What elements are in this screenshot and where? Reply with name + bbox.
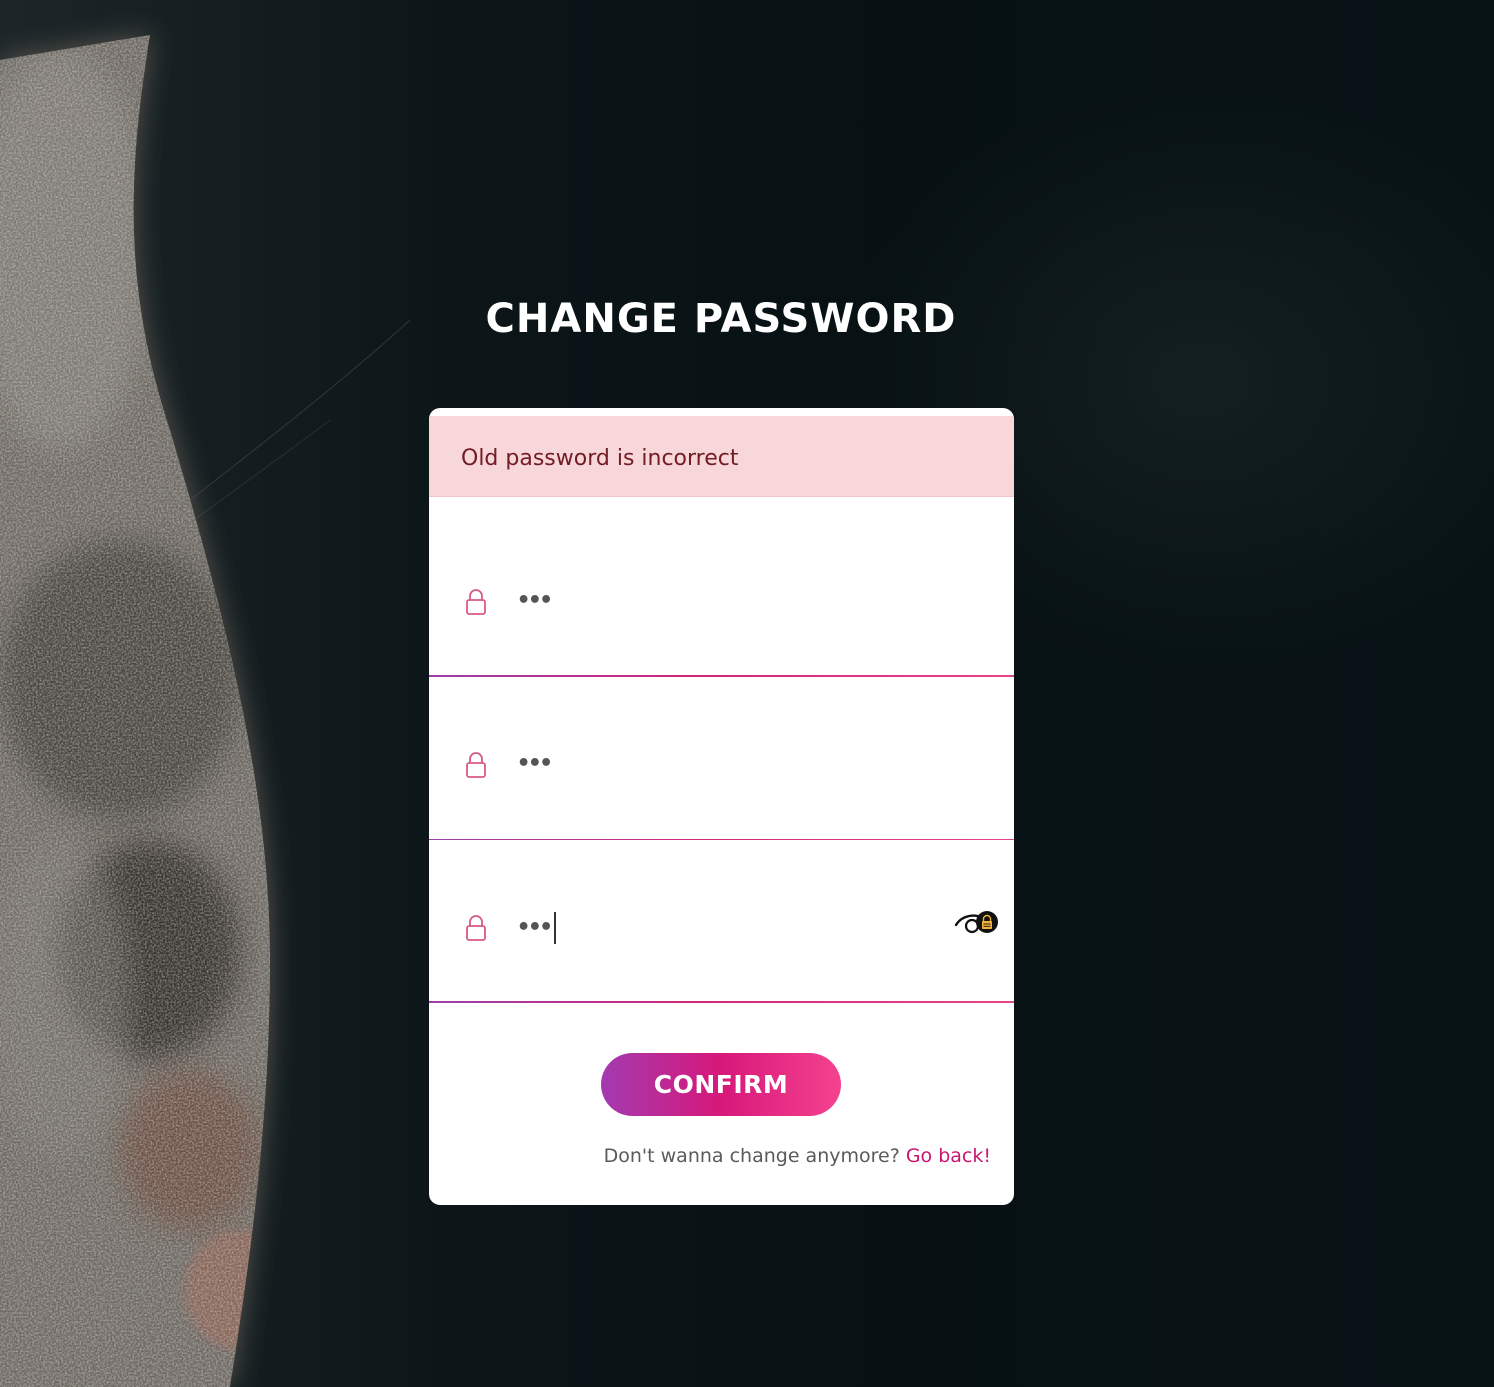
confirm-password-input[interactable]: ••• <box>517 912 917 944</box>
lock-icon <box>465 751 487 779</box>
page-title: CHANGE PASSWORD <box>485 296 957 342</box>
change-password-card: Old password is incorrect ••• ••• ••• CO… <box>429 408 1014 1205</box>
footer-text: Don't wanna change anymore? Go back! <box>604 1145 991 1167</box>
go-back-link[interactable]: Go back! <box>906 1145 991 1167</box>
new-password-field[interactable]: ••• <box>429 677 1014 840</box>
confirm-button[interactable]: CONFIRM <box>601 1053 841 1116</box>
confirm-password-value: ••• <box>517 915 553 940</box>
lock-icon <box>465 588 487 616</box>
error-alert: Old password is incorrect <box>429 416 1014 497</box>
confirm-password-field[interactable]: ••• <box>429 840 1014 1003</box>
lock-icon <box>465 914 487 942</box>
old-password-input[interactable]: ••• <box>517 586 917 616</box>
error-message: Old password is incorrect <box>461 446 739 471</box>
eye-toggle-icon[interactable] <box>954 907 1000 937</box>
footer-prompt: Don't wanna change anymore? <box>603 1145 900 1167</box>
old-password-field[interactable]: ••• <box>429 514 1014 677</box>
field-underline <box>429 1001 1014 1003</box>
text-caret <box>553 912 556 944</box>
new-password-input[interactable]: ••• <box>517 749 917 779</box>
